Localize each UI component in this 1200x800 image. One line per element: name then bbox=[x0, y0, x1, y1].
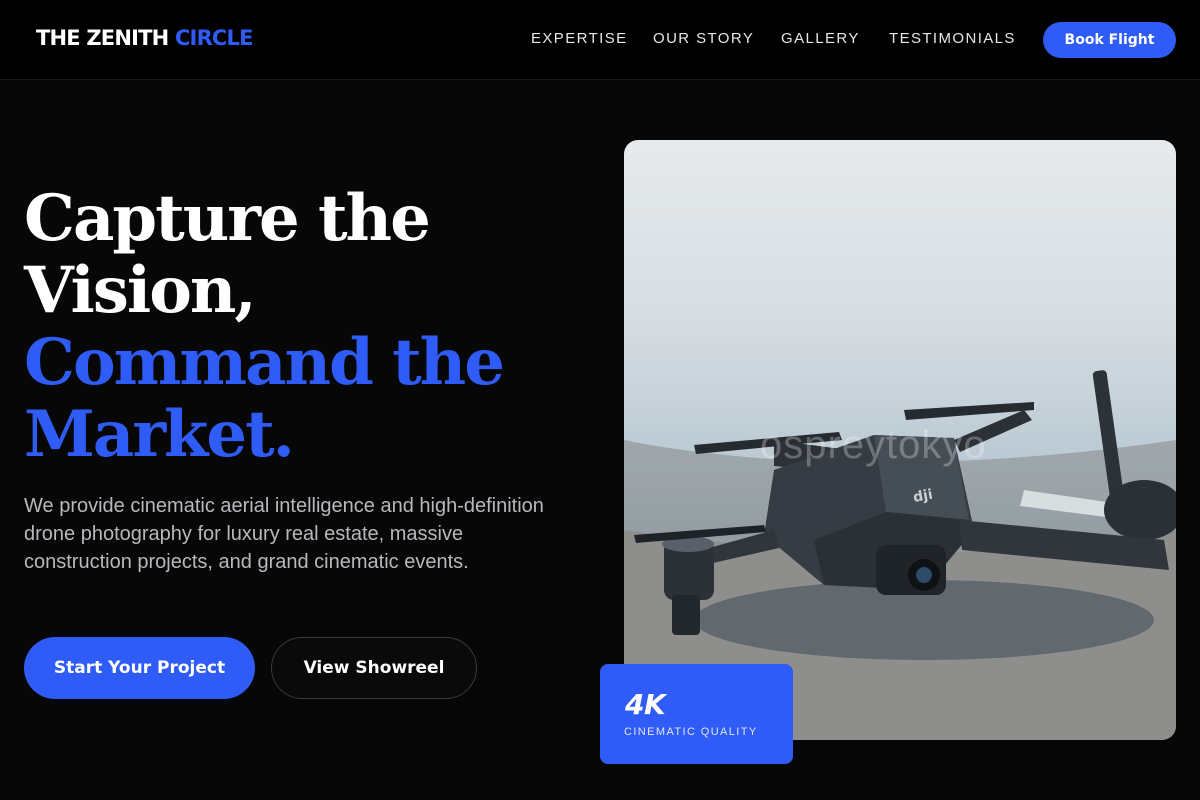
headline-line-3: Command the bbox=[24, 325, 505, 400]
logo-text-main: THE ZENITH bbox=[36, 26, 169, 50]
headline-line-1: Capture the bbox=[24, 181, 431, 256]
nav-link-our-story[interactable]: OUR STORY bbox=[653, 30, 754, 47]
image-watermark: ospreytokyo bbox=[760, 423, 987, 467]
book-flight-button[interactable]: Book Flight bbox=[1043, 22, 1176, 58]
view-showreel-button[interactable]: View Showreel bbox=[271, 637, 477, 699]
badge-title: 4K bbox=[625, 688, 666, 721]
nav-link-expertise[interactable]: EXPERTISE bbox=[531, 30, 628, 47]
brand-logo[interactable]: THE ZENITH CIRCLE bbox=[36, 26, 253, 50]
headline-line-2: Vision, bbox=[24, 253, 257, 328]
logo-text-accent: CIRCLE bbox=[174, 26, 254, 50]
start-project-button[interactable]: Start Your Project bbox=[24, 637, 255, 699]
nav-link-gallery[interactable]: GALLERY bbox=[781, 30, 860, 47]
badge-subtitle: CINEMATIC QUALITY bbox=[624, 726, 758, 738]
nav-link-testimonials[interactable]: TESTIMONIALS bbox=[889, 30, 1016, 47]
hero-description: We provide cinematic aerial intelligence… bbox=[24, 495, 544, 573]
top-navbar: THE ZENITH CIRCLE EXPERTISE OUR STORY GA… bbox=[0, 0, 1200, 80]
hero-drone-image: dji ospreytokyo bbox=[624, 140, 1176, 740]
headline-line-4: Market. bbox=[24, 397, 295, 472]
hero-headline: Capture the Vision, Command the Market. bbox=[24, 183, 584, 471]
quality-badge: 4K CINEMATIC QUALITY bbox=[600, 664, 793, 764]
svg-text:dji: dji bbox=[912, 487, 934, 506]
